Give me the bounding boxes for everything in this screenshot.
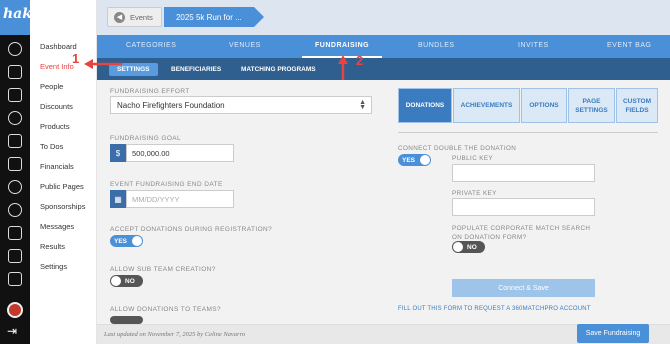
save-fundraising-button[interactable]: Save Fundraising — [577, 324, 649, 343]
tab-achievements[interactable]: ACHIEVEMENTS — [453, 88, 520, 123]
tab-page-settings[interactable]: PAGE SETTINGS — [568, 88, 615, 123]
last-updated-text: Last updated on November 7, 2025 by Celi… — [104, 331, 246, 338]
calendar-addon-icon[interactable]: ▦ — [110, 190, 126, 208]
connect-label: CONNECT DOUBLE THE DONATION — [398, 145, 517, 152]
goal-label: FUNDRAISING GOAL — [110, 135, 182, 142]
end-date-label: EVENT FUNDRAISING END DATE — [110, 181, 223, 188]
toggle-knob — [132, 236, 142, 246]
accept-donations-toggle[interactable]: YES — [110, 235, 143, 247]
connect-toggle[interactable]: YES — [398, 154, 431, 166]
connect-toggle-text: YES — [402, 156, 416, 164]
private-key-input[interactable] — [452, 198, 595, 216]
toggle-knob — [420, 155, 430, 165]
request-account-link[interactable]: FILL OUT THIS FORM TO REQUEST A 360MATCH… — [398, 306, 591, 312]
accept-toggle-text: YES — [114, 237, 128, 245]
populate-toggle[interactable]: NO — [452, 241, 485, 253]
fundraising-settings-form: FUNDRAISING EFFORT Nacho Firefighters Fo… — [97, 80, 387, 324]
fundraising-effort-select[interactable]: Nacho Firefighters Foundation ▲ ▼ — [110, 96, 372, 114]
accept-donations-label: ACCEPT DONATIONS DURING REGISTRATION? — [110, 226, 273, 233]
currency-addon: $ — [110, 144, 126, 162]
private-key-label: PRIVATE KEY — [452, 190, 497, 197]
toggle-knob — [111, 276, 121, 286]
tab-custom-fields[interactable]: CUSTOM FIELDS — [616, 88, 658, 123]
team-donations-label: ALLOW DONATIONS TO TEAMS? — [110, 306, 222, 313]
populate-label: POPULATE CORPORATE MATCH SEARCH ON DONAT… — [452, 225, 591, 241]
annotation-one: 1 — [72, 51, 80, 66]
app-root: haku ⇥ Dashboard Event Info People Disco… — [0, 0, 670, 344]
effort-label: FUNDRAISING EFFORT — [110, 88, 190, 95]
sub-team-toggle[interactable]: NO — [110, 275, 143, 287]
tab-options[interactable]: OPTIONS — [521, 88, 567, 123]
panel-tabs: DONATIONS ACHIEVEMENTS OPTIONS PAGE SETT… — [398, 88, 659, 123]
connect-save-button[interactable]: Connect & Save — [452, 279, 595, 297]
end-date-input[interactable]: MM/DD/YYYY — [126, 190, 234, 208]
effort-value: Nacho Firefighters Foundation — [117, 101, 225, 110]
annotation-two: 2 — [356, 53, 364, 68]
select-caret-icon: ▲ ▼ — [359, 99, 366, 111]
toggle-knob — [453, 242, 463, 252]
tab-donations[interactable]: DONATIONS — [398, 88, 452, 123]
goal-input[interactable]: 500,000.00 — [126, 144, 234, 162]
populate-toggle-text: NO — [467, 243, 477, 251]
sub-team-label: ALLOW SUB TEAM CREATION? — [110, 266, 216, 273]
public-key-input[interactable] — [452, 164, 595, 182]
donations-settings-panel: DONATIONS ACHIEVEMENTS OPTIONS PAGE SETT… — [387, 80, 670, 324]
panel-divider — [398, 132, 658, 133]
team-donations-toggle[interactable] — [110, 316, 143, 324]
public-key-label: PUBLIC KEY — [452, 155, 494, 162]
subteam-toggle-text: NO — [125, 277, 135, 285]
